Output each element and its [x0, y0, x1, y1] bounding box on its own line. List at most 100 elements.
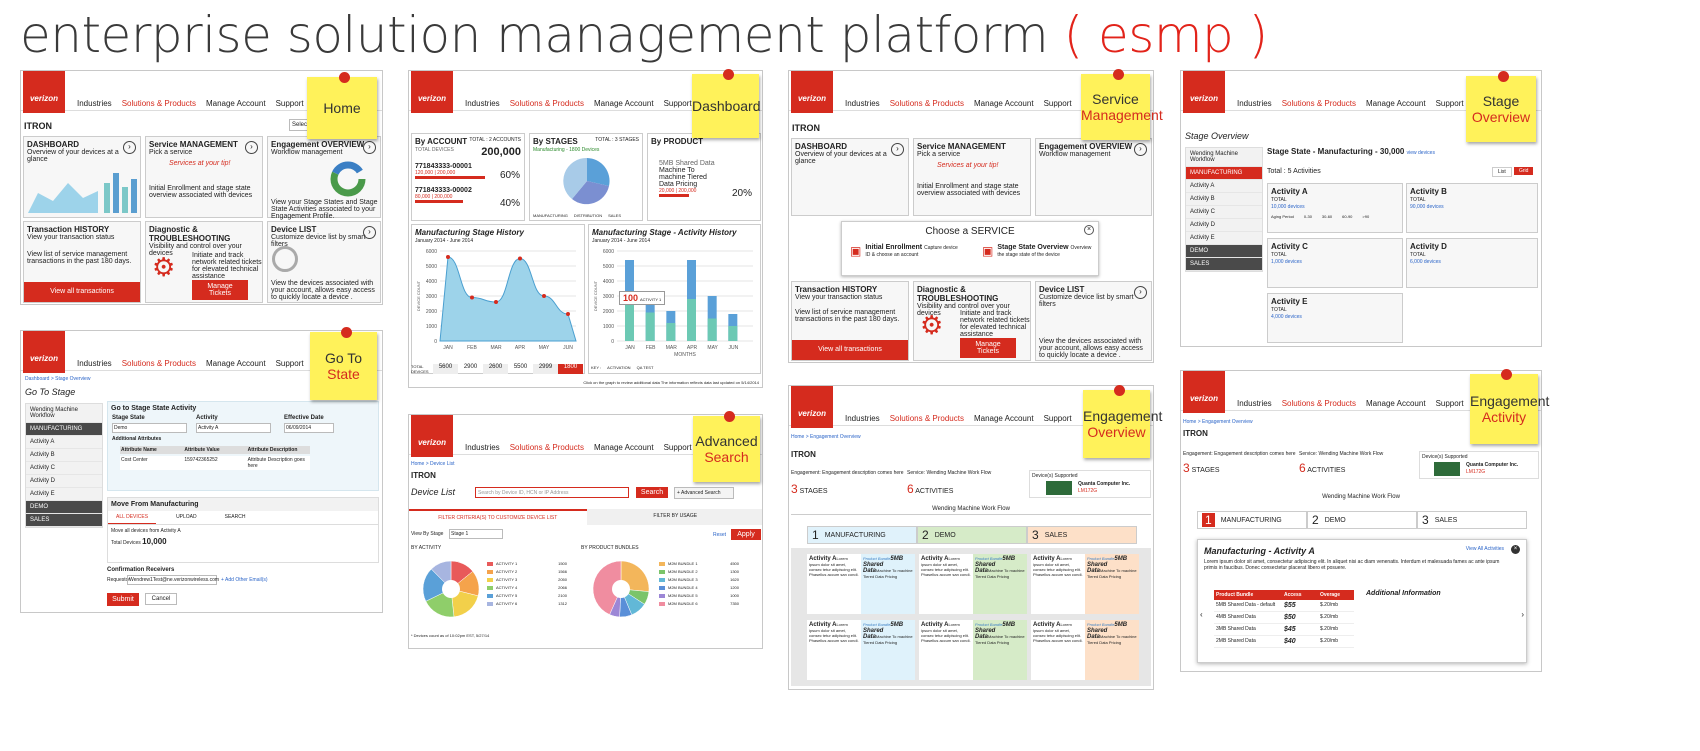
legend-row[interactable]: ACTIVITY 6 1312: [487, 601, 567, 606]
legend-row[interactable]: M2M BUNDLE 3 1620: [659, 577, 739, 582]
legend-row[interactable]: M2M BUNDLE 5 1000: [659, 593, 739, 598]
legend-row[interactable]: M2M BUNDLE 1 4500: [659, 561, 739, 566]
close-icon[interactable]: ×: [1511, 545, 1520, 554]
nav-support[interactable]: Support: [276, 359, 304, 368]
activity-card[interactable]: Activity C TOTAL 1,000 devices: [1267, 238, 1403, 288]
verizon-logo[interactable]: verizon: [791, 386, 833, 428]
nav-solutions[interactable]: Solutions & Products: [122, 359, 196, 368]
chevron-left-icon[interactable]: ‹: [1200, 610, 1203, 619]
close-icon[interactable]: ×: [1084, 225, 1094, 235]
service-management-tile[interactable]: Service MANAGEMENT Pick a service › Serv…: [145, 136, 263, 218]
sidebar-item-sales[interactable]: SALES: [26, 514, 102, 527]
arrow-right-icon[interactable]: ›: [1134, 286, 1147, 299]
attrs-toggle[interactable]: Additional Attributes: [112, 436, 161, 442]
verizon-logo[interactable]: verizon: [23, 331, 65, 373]
nav-support[interactable]: Support: [1436, 99, 1464, 108]
activity-card[interactable]: Activity ALorem ipsum dolor sit amet, co…: [807, 620, 915, 680]
nav-support[interactable]: Support: [1044, 414, 1072, 423]
sidebar-item-demo[interactable]: DEMO: [1186, 245, 1262, 258]
view-all-activities-link[interactable]: View All Activities: [1466, 546, 1504, 552]
arrow-right-icon[interactable]: ›: [363, 226, 376, 239]
diagnostic-tile[interactable]: Diagnostic & TROUBLESHOOTING Visibility …: [145, 221, 263, 303]
arrow-right-icon[interactable]: ›: [245, 141, 258, 154]
chevron-right-icon[interactable]: ›: [1521, 610, 1524, 619]
nav-solutions[interactable]: Solutions & Products: [1282, 399, 1356, 408]
table-row[interactable]: 4MB Shared Data $50 $.20/mb: [1214, 612, 1354, 624]
submit-button[interactable]: Submit: [107, 593, 139, 606]
card-total[interactable]: 90,000 devices: [1410, 204, 1444, 210]
nav-solutions[interactable]: Solutions & Products: [890, 414, 964, 423]
table-row[interactable]: 2MB Shared Data $40 $.20/mb: [1214, 636, 1354, 648]
nav-manage-account[interactable]: Manage Account: [974, 414, 1034, 423]
arrow-right-icon[interactable]: ›: [363, 141, 376, 154]
add-email-link[interactable]: + Add Other Email(s): [221, 577, 268, 583]
manage-tickets-button[interactable]: Manage Tickets: [960, 338, 1016, 358]
activity-card[interactable]: Activity ALorem ipsum dolor sit amet, co…: [1031, 620, 1139, 680]
nav-support[interactable]: Support: [664, 99, 692, 108]
dashboard-tile[interactable]: DASHBOARD Overview of your devices at a …: [23, 136, 141, 218]
sidebar-workflow[interactable]: Wending Machine Workflow: [1186, 148, 1262, 167]
tab-filter-criteria[interactable]: FILTER CRITERIA(S) TO CUSTOMIZE DEVICE L…: [409, 509, 587, 525]
device-model[interactable]: LM172G: [1466, 469, 1485, 475]
sidebar-item-activity[interactable]: Activity B: [26, 449, 102, 462]
legend-row[interactable]: ACTIVITY 4 2066: [487, 585, 567, 590]
engagement-overview-tile[interactable]: Engagement OVERVIEW Workflow management …: [1035, 138, 1152, 216]
nav-industries[interactable]: Industries: [845, 99, 880, 108]
activity-card[interactable]: Activity E TOTAL 4,000 devices: [1267, 293, 1403, 343]
initial-enrollment-option[interactable]: ▣ Initial Enrollment Capture device ID &…: [850, 244, 960, 258]
account-id[interactable]: 771843333-00002: [415, 187, 521, 194]
nav-manage-account[interactable]: Manage Account: [1366, 399, 1426, 408]
verizon-logo[interactable]: verizon: [411, 71, 453, 113]
nav-manage-account[interactable]: Manage Account: [1366, 99, 1426, 108]
breadcrumb[interactable]: Home > Engagement Overview: [791, 434, 861, 440]
stage-select[interactable]: Stage 1: [449, 529, 503, 539]
sidebar-item-manufacturing[interactable]: MANUFACTURING: [1186, 167, 1262, 180]
card-total[interactable]: 10,000 devices: [1271, 204, 1305, 210]
transaction-history-tile[interactable]: Transaction HISTORY View your transactio…: [23, 221, 141, 303]
step-sales[interactable]: 3 SALES: [1027, 526, 1137, 544]
nav-solutions[interactable]: Solutions & Products: [890, 99, 964, 108]
account-id[interactable]: 771843333-00001: [415, 163, 521, 170]
advanced-search-button[interactable]: + Advanced Search: [674, 487, 734, 499]
nav-industries[interactable]: Industries: [77, 99, 112, 108]
nav-manage-account[interactable]: Manage Account: [594, 99, 654, 108]
service-management-tile[interactable]: Service MANAGEMENT Pick a service Servic…: [913, 138, 1031, 216]
search-button[interactable]: Search: [636, 487, 668, 498]
nav-support[interactable]: Support: [1044, 99, 1072, 108]
step-demo[interactable]: 2 DEMO: [1307, 511, 1417, 529]
nav-solutions[interactable]: Solutions & Products: [510, 99, 584, 108]
reset-link[interactable]: Reset: [713, 532, 726, 538]
view-all-transactions-button[interactable]: View all transactions: [24, 282, 140, 302]
sidebar-item-demo[interactable]: DEMO: [26, 501, 102, 514]
bundle-pie[interactable]: [591, 559, 651, 619]
stage-state-overview-option[interactable]: ▣ Stage State Overview Overview the stag…: [982, 244, 1096, 258]
view-devices-link[interactable]: view devices: [1407, 150, 1435, 156]
sidebar-item-sales[interactable]: SALES: [1186, 258, 1262, 271]
bar-chart[interactable]: 6000 5000 4000 3000 2000 1000 0 JAN FEB MAR APR MAY…: [591, 245, 759, 363]
step-demo[interactable]: 2 DEMO: [917, 526, 1027, 544]
nav-solutions[interactable]: Solutions & Products: [122, 99, 196, 108]
legend-row[interactable]: ACTIVITY 5 2100: [487, 593, 567, 598]
step-sales[interactable]: 3 SALES: [1417, 511, 1527, 529]
activity-card[interactable]: Activity ALorem ipsum dolor sit amet, co…: [919, 554, 1027, 614]
card-total[interactable]: 4,000 devices: [1271, 314, 1302, 320]
sidebar-item-activity[interactable]: Activity D: [1186, 219, 1262, 232]
nav-solutions[interactable]: Solutions & Products: [510, 443, 584, 452]
apply-button[interactable]: Apply: [731, 529, 761, 540]
nav-manage-account[interactable]: Manage Account: [206, 99, 266, 108]
legend-row[interactable]: ACTIVITY 2 1566: [487, 569, 567, 574]
legend-row[interactable]: M2M BUNDLE 2 1300: [659, 569, 739, 574]
sidebar-item-activity[interactable]: Activity C: [1186, 206, 1262, 219]
arrow-right-icon[interactable]: ›: [1134, 143, 1147, 156]
cancel-button[interactable]: Cancel: [145, 593, 177, 605]
nav-industries[interactable]: Industries: [465, 443, 500, 452]
sidebar-workflow[interactable]: Wending Machine Workflow: [26, 404, 102, 423]
sidebar-item-activity[interactable]: Activity A: [26, 436, 102, 449]
breadcrumb[interactable]: Dashboard > Stage Overview: [25, 376, 90, 382]
engagement-overview-tile[interactable]: Engagement OVERVIEW Workflow management …: [267, 136, 381, 220]
legend-row[interactable]: ACTIVITY 1 1500: [487, 561, 567, 566]
table-row[interactable]: 5MB Shared Data - default $55 $.20/mb: [1214, 600, 1354, 612]
activity-card[interactable]: Activity A TOTAL 10,000 devices Aging Perio…: [1267, 183, 1403, 233]
verizon-logo[interactable]: verizon: [1183, 371, 1225, 413]
sidebar-item-activity[interactable]: Activity E: [1186, 232, 1262, 245]
